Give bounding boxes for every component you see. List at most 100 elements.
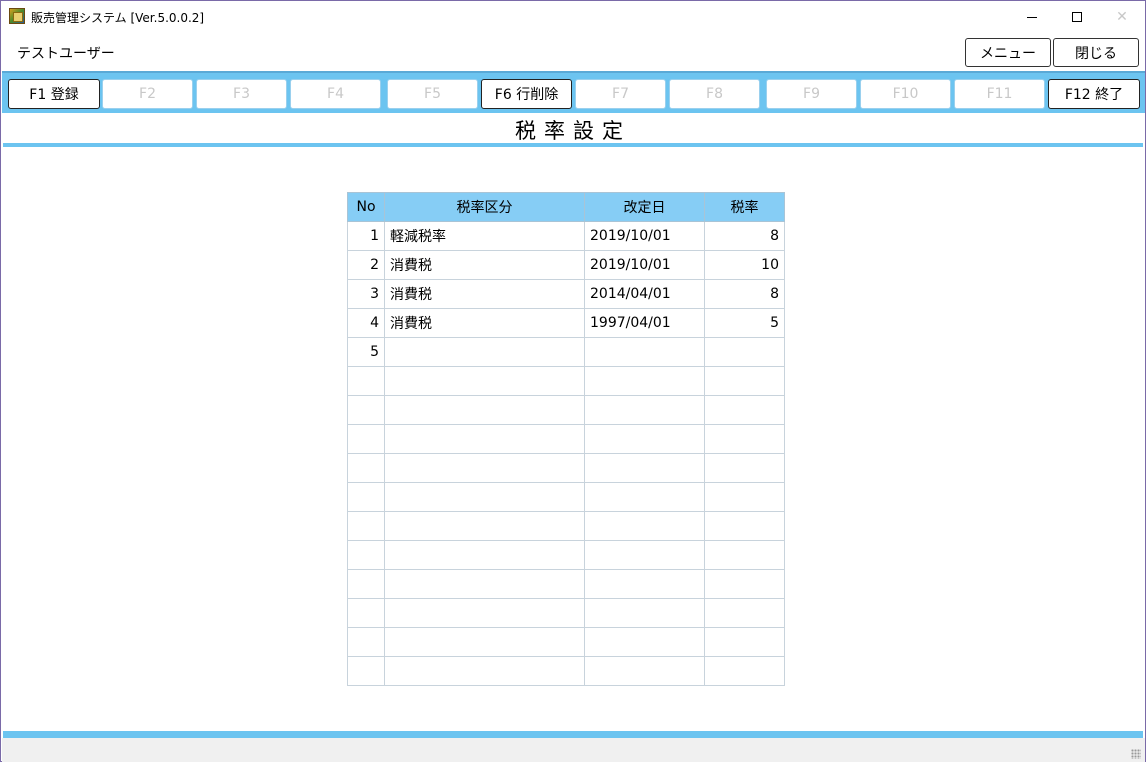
table-row[interactable]: 3 消費税 2014/04/01 8 bbox=[347, 279, 785, 309]
cell-tax-category[interactable] bbox=[384, 540, 585, 570]
cell-tax-rate[interactable] bbox=[704, 598, 785, 628]
cell-no[interactable] bbox=[347, 511, 385, 541]
fkey-f9-button[interactable]: F9 bbox=[766, 79, 857, 109]
fkey-f6-button[interactable]: F6 行削除 bbox=[481, 79, 572, 109]
fkey-f1-button[interactable]: F1 登録 bbox=[8, 79, 100, 109]
cell-tax-rate[interactable]: 8 bbox=[704, 279, 785, 309]
cell-revision-date[interactable] bbox=[584, 656, 705, 686]
cell-no[interactable] bbox=[347, 598, 385, 628]
table-row[interactable] bbox=[347, 366, 785, 396]
table-row[interactable] bbox=[347, 598, 785, 628]
column-header-no[interactable]: No bbox=[347, 192, 385, 222]
cell-revision-date[interactable] bbox=[584, 540, 705, 570]
cell-tax-category[interactable] bbox=[384, 656, 585, 686]
cell-no[interactable] bbox=[347, 424, 385, 454]
fkey-f12-button[interactable]: F12 終了 bbox=[1048, 79, 1140, 109]
cell-no[interactable] bbox=[347, 453, 385, 483]
fkey-f5-button[interactable]: F5 bbox=[387, 79, 478, 109]
resize-grip-icon[interactable] bbox=[1131, 749, 1141, 759]
table-row[interactable]: 1 軽減税率 2019/10/01 8 bbox=[347, 221, 785, 251]
maximize-button[interactable] bbox=[1054, 1, 1100, 33]
fkey-f11-button[interactable]: F11 bbox=[954, 79, 1045, 109]
table-row[interactable]: 4 消費税 1997/04/01 5 bbox=[347, 308, 785, 338]
fkey-f4-button[interactable]: F4 bbox=[290, 79, 381, 109]
cell-revision-date[interactable] bbox=[584, 627, 705, 657]
column-header-tax-category[interactable]: 税率区分 bbox=[384, 192, 585, 222]
cell-revision-date[interactable]: 2019/10/01 bbox=[584, 221, 705, 251]
cell-no[interactable]: 1 bbox=[347, 221, 385, 251]
cell-tax-rate[interactable] bbox=[704, 656, 785, 686]
cell-no[interactable]: 5 bbox=[347, 337, 385, 367]
cell-tax-category[interactable] bbox=[384, 337, 585, 367]
cell-no[interactable]: 3 bbox=[347, 279, 385, 309]
cell-tax-category[interactable]: 消費税 bbox=[384, 279, 585, 309]
cell-no[interactable] bbox=[347, 627, 385, 657]
cell-tax-rate[interactable] bbox=[704, 569, 785, 599]
fkey-f10-button[interactable]: F10 bbox=[860, 79, 951, 109]
table-row[interactable] bbox=[347, 424, 785, 454]
cell-tax-rate[interactable] bbox=[704, 366, 785, 396]
table-row[interactable]: 2 消費税 2019/10/01 10 bbox=[347, 250, 785, 280]
table-row[interactable] bbox=[347, 453, 785, 483]
cell-tax-rate[interactable]: 10 bbox=[704, 250, 785, 280]
cell-revision-date[interactable] bbox=[584, 598, 705, 628]
cell-tax-rate[interactable] bbox=[704, 424, 785, 454]
cell-revision-date[interactable]: 2014/04/01 bbox=[584, 279, 705, 309]
cell-revision-date[interactable] bbox=[584, 395, 705, 425]
cell-tax-category[interactable] bbox=[384, 366, 585, 396]
menu-button[interactable]: メニュー bbox=[965, 38, 1051, 67]
cell-tax-category[interactable]: 軽減税率 bbox=[384, 221, 585, 251]
cell-tax-category[interactable] bbox=[384, 511, 585, 541]
table-row[interactable] bbox=[347, 569, 785, 599]
cell-no[interactable] bbox=[347, 366, 385, 396]
fkey-f3-button[interactable]: F3 bbox=[196, 79, 287, 109]
cell-revision-date[interactable] bbox=[584, 569, 705, 599]
cell-no[interactable] bbox=[347, 656, 385, 686]
cell-no[interactable]: 2 bbox=[347, 250, 385, 280]
cell-tax-rate[interactable] bbox=[704, 482, 785, 512]
fkey-f8-button[interactable]: F8 bbox=[669, 79, 760, 109]
cell-revision-date[interactable] bbox=[584, 366, 705, 396]
cell-revision-date[interactable]: 2019/10/01 bbox=[584, 250, 705, 280]
title-bar[interactable]: 販売管理システム [Ver.5.0.0.2] ✕ bbox=[1, 1, 1145, 33]
cell-tax-category[interactable]: 消費税 bbox=[384, 308, 585, 338]
cell-tax-rate[interactable] bbox=[704, 395, 785, 425]
minimize-button[interactable] bbox=[1009, 1, 1055, 33]
table-row[interactable] bbox=[347, 656, 785, 686]
cell-revision-date[interactable] bbox=[584, 482, 705, 512]
cell-no[interactable] bbox=[347, 482, 385, 512]
cell-tax-rate[interactable] bbox=[704, 453, 785, 483]
fkey-f2-button[interactable]: F2 bbox=[102, 79, 193, 109]
table-row[interactable]: 5 bbox=[347, 337, 785, 367]
fkey-f7-button[interactable]: F7 bbox=[575, 79, 666, 109]
cell-tax-rate[interactable]: 5 bbox=[704, 308, 785, 338]
cell-tax-category[interactable] bbox=[384, 598, 585, 628]
cell-no[interactable] bbox=[347, 540, 385, 570]
window-close-button[interactable]: ✕ bbox=[1099, 1, 1145, 33]
cell-revision-date[interactable] bbox=[584, 511, 705, 541]
table-row[interactable] bbox=[347, 482, 785, 512]
close-button[interactable]: 閉じる bbox=[1053, 38, 1139, 67]
cell-tax-rate[interactable]: 8 bbox=[704, 221, 785, 251]
cell-revision-date[interactable] bbox=[584, 453, 705, 483]
cell-no[interactable] bbox=[347, 395, 385, 425]
cell-tax-category[interactable] bbox=[384, 424, 585, 454]
column-header-revision-date[interactable]: 改定日 bbox=[584, 192, 705, 222]
cell-no[interactable]: 4 bbox=[347, 308, 385, 338]
cell-tax-rate[interactable] bbox=[704, 540, 785, 570]
cell-tax-rate[interactable] bbox=[704, 511, 785, 541]
cell-tax-rate[interactable] bbox=[704, 337, 785, 367]
column-header-tax-rate[interactable]: 税率 bbox=[704, 192, 785, 222]
table-row[interactable] bbox=[347, 395, 785, 425]
cell-tax-rate[interactable] bbox=[704, 627, 785, 657]
cell-revision-date[interactable] bbox=[584, 337, 705, 367]
cell-no[interactable] bbox=[347, 569, 385, 599]
cell-tax-category[interactable] bbox=[384, 569, 585, 599]
table-row[interactable] bbox=[347, 627, 785, 657]
cell-tax-category[interactable] bbox=[384, 453, 585, 483]
cell-revision-date[interactable] bbox=[584, 424, 705, 454]
cell-tax-category[interactable] bbox=[384, 627, 585, 657]
cell-tax-category[interactable] bbox=[384, 482, 585, 512]
table-row[interactable] bbox=[347, 511, 785, 541]
table-row[interactable] bbox=[347, 540, 785, 570]
